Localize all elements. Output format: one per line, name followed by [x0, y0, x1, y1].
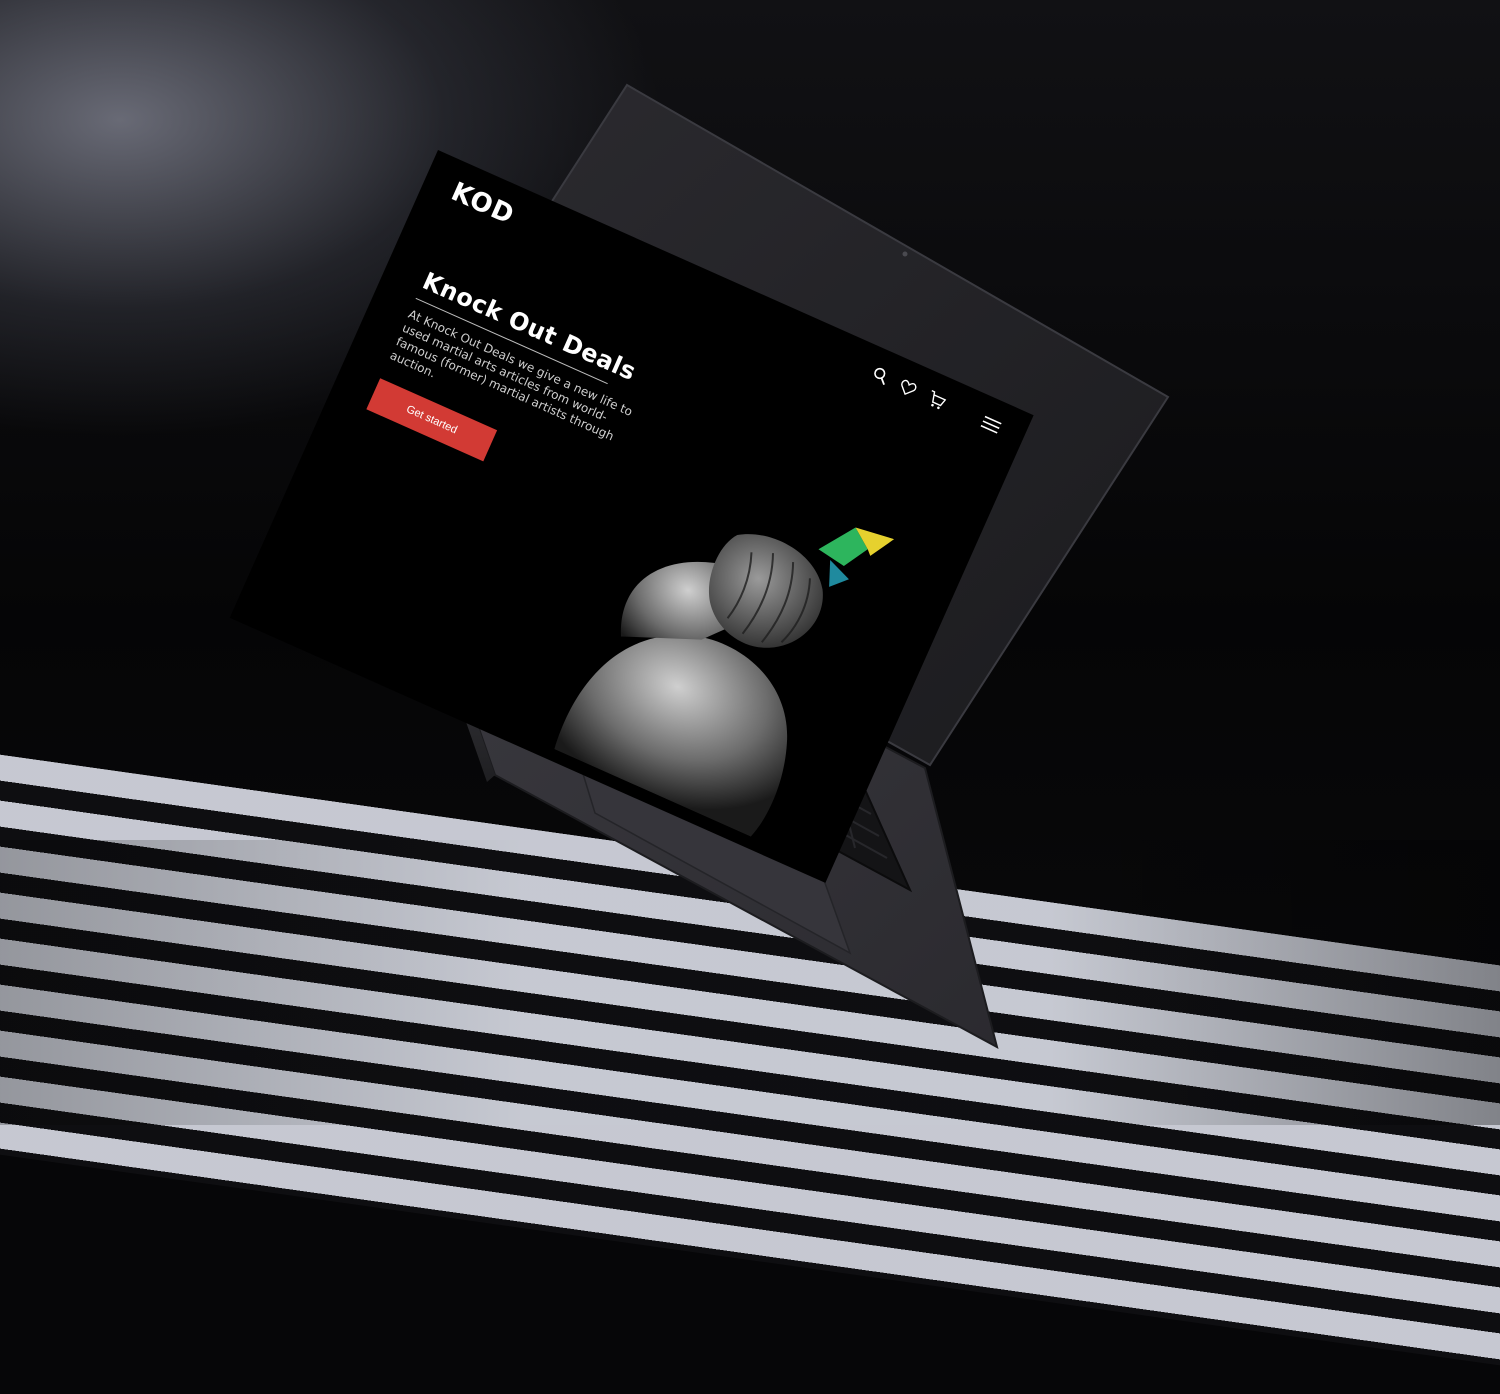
menu-icon[interactable]	[980, 415, 1002, 435]
cart-icon[interactable]	[925, 389, 948, 411]
heart-icon[interactable]	[898, 378, 919, 398]
site-logo[interactable]: KOD	[447, 177, 519, 231]
search-icon[interactable]	[870, 365, 891, 386]
